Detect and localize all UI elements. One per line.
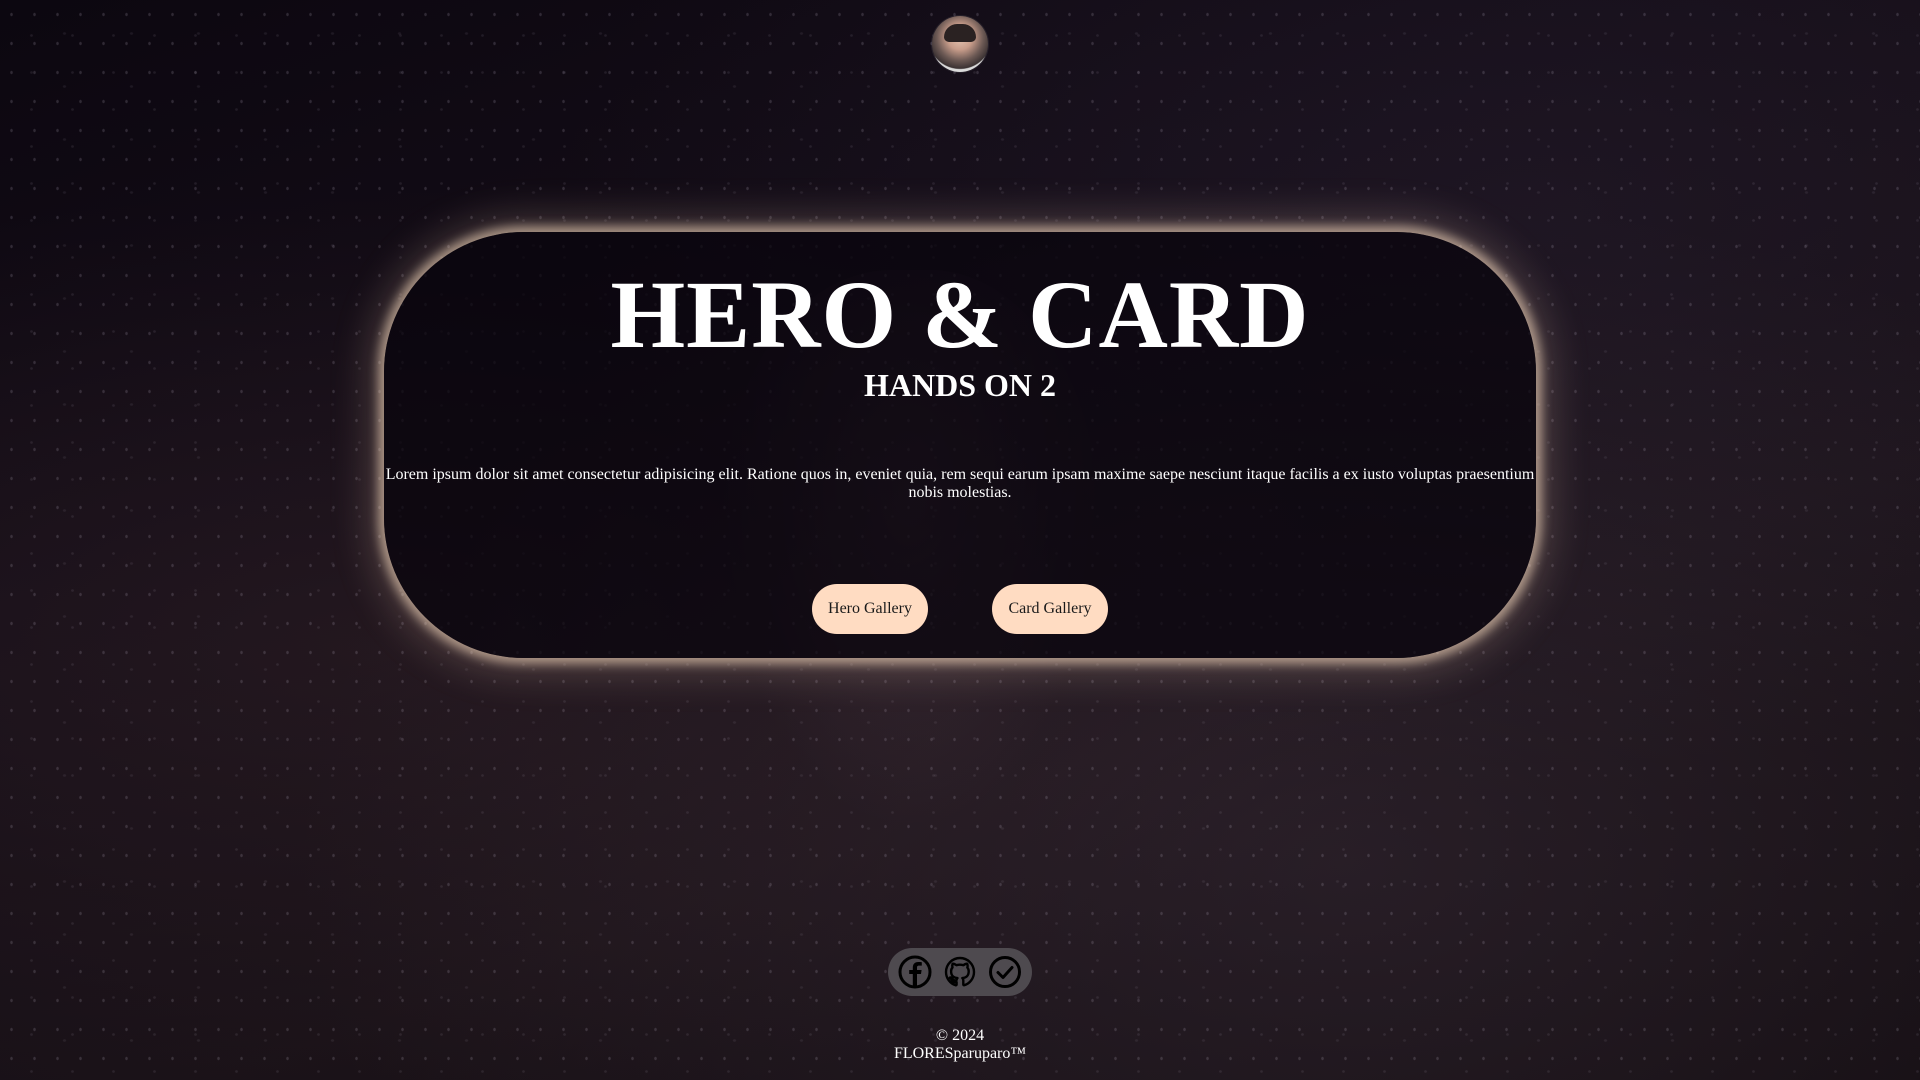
- github-icon[interactable]: [942, 954, 978, 990]
- hero-gallery-button[interactable]: Hero Gallery: [812, 584, 928, 634]
- hero-title: HERO & CARD: [610, 261, 1310, 368]
- check-circle-icon[interactable]: [987, 954, 1023, 990]
- card-gallery-button[interactable]: Card Gallery: [992, 584, 1108, 634]
- hero-subtitle: HANDS ON 2: [863, 367, 1056, 403]
- social-links: [888, 948, 1032, 996]
- hero-card: HERO & CARD HANDS ON 2 Lorem ipsum dolor…: [384, 232, 1536, 658]
- brand-text: FLORESparuparo™: [893, 1045, 1027, 1062]
- facebook-icon[interactable]: [897, 954, 933, 990]
- avatar-hair: [944, 24, 976, 42]
- hero-description: Lorem ipsum dolor sit amet consectetur a…: [385, 466, 1535, 501]
- avatar[interactable]: [932, 16, 988, 72]
- copyright-text: © 2024: [935, 1027, 985, 1044]
- footer: © 2024 FLORESparuparo™: [0, 1027, 1920, 1063]
